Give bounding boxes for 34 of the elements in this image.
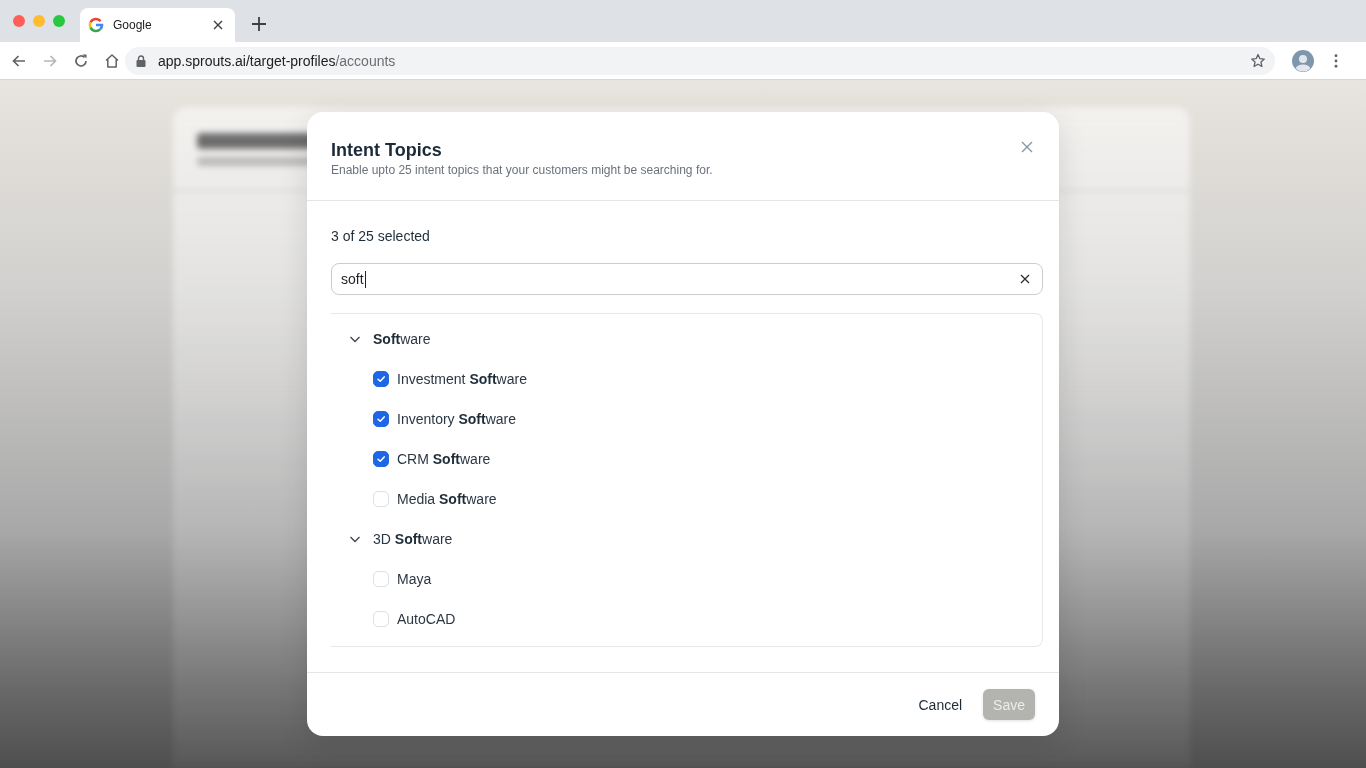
lock-icon [136,54,146,67]
selection-count: 3 of 25 selected [331,227,431,246]
topic-label[interactable]: Maya [397,571,432,587]
checkbox[interactable] [373,411,389,427]
checkmark-icon [376,454,386,464]
topic-label[interactable]: CRM Software [397,451,491,467]
bookmark-star-icon[interactable] [1250,52,1266,69]
topic-label[interactable]: Investment Software [397,371,527,387]
topic-group-label: 3D Software [373,531,453,547]
topic-label[interactable]: Inventory Software [397,411,517,427]
url-text: app.sprouts.ai/target-profiles/accounts [158,52,397,69]
g-logo-icon [88,17,104,33]
more-menu-icon[interactable] [1334,53,1338,68]
search-field[interactable]: soft [331,263,1043,295]
checkmark-icon [376,414,386,424]
cancel-button[interactable]: Cancel [910,690,971,719]
topic-group-label: Software [373,331,431,347]
browser-tab[interactable]: Google [80,8,235,42]
topic-label[interactable]: Media Software [397,491,497,507]
address-bar[interactable]: app.sprouts.ai/target-profiles/accounts [125,46,1275,75]
new-tab-icon[interactable] [252,17,266,31]
checkmark-icon [376,374,386,384]
checkbox[interactable] [373,371,389,387]
checkbox[interactable] [373,451,389,467]
reload-icon[interactable] [73,52,89,69]
avatar-icon[interactable] [1292,49,1314,72]
clear-icon[interactable] [1020,274,1030,284]
close-icon[interactable] [1021,141,1033,153]
topic-label[interactable]: AutoCAD [397,611,456,627]
dialog-subtitle: Enable upto 25 intent topics that your customers might be searching for. [331,162,713,178]
home-icon[interactable] [104,52,120,69]
close-tab-icon[interactable] [213,20,223,30]
text-cursor-icon [364,270,366,288]
dialog-title: Intent Topics [331,139,443,161]
